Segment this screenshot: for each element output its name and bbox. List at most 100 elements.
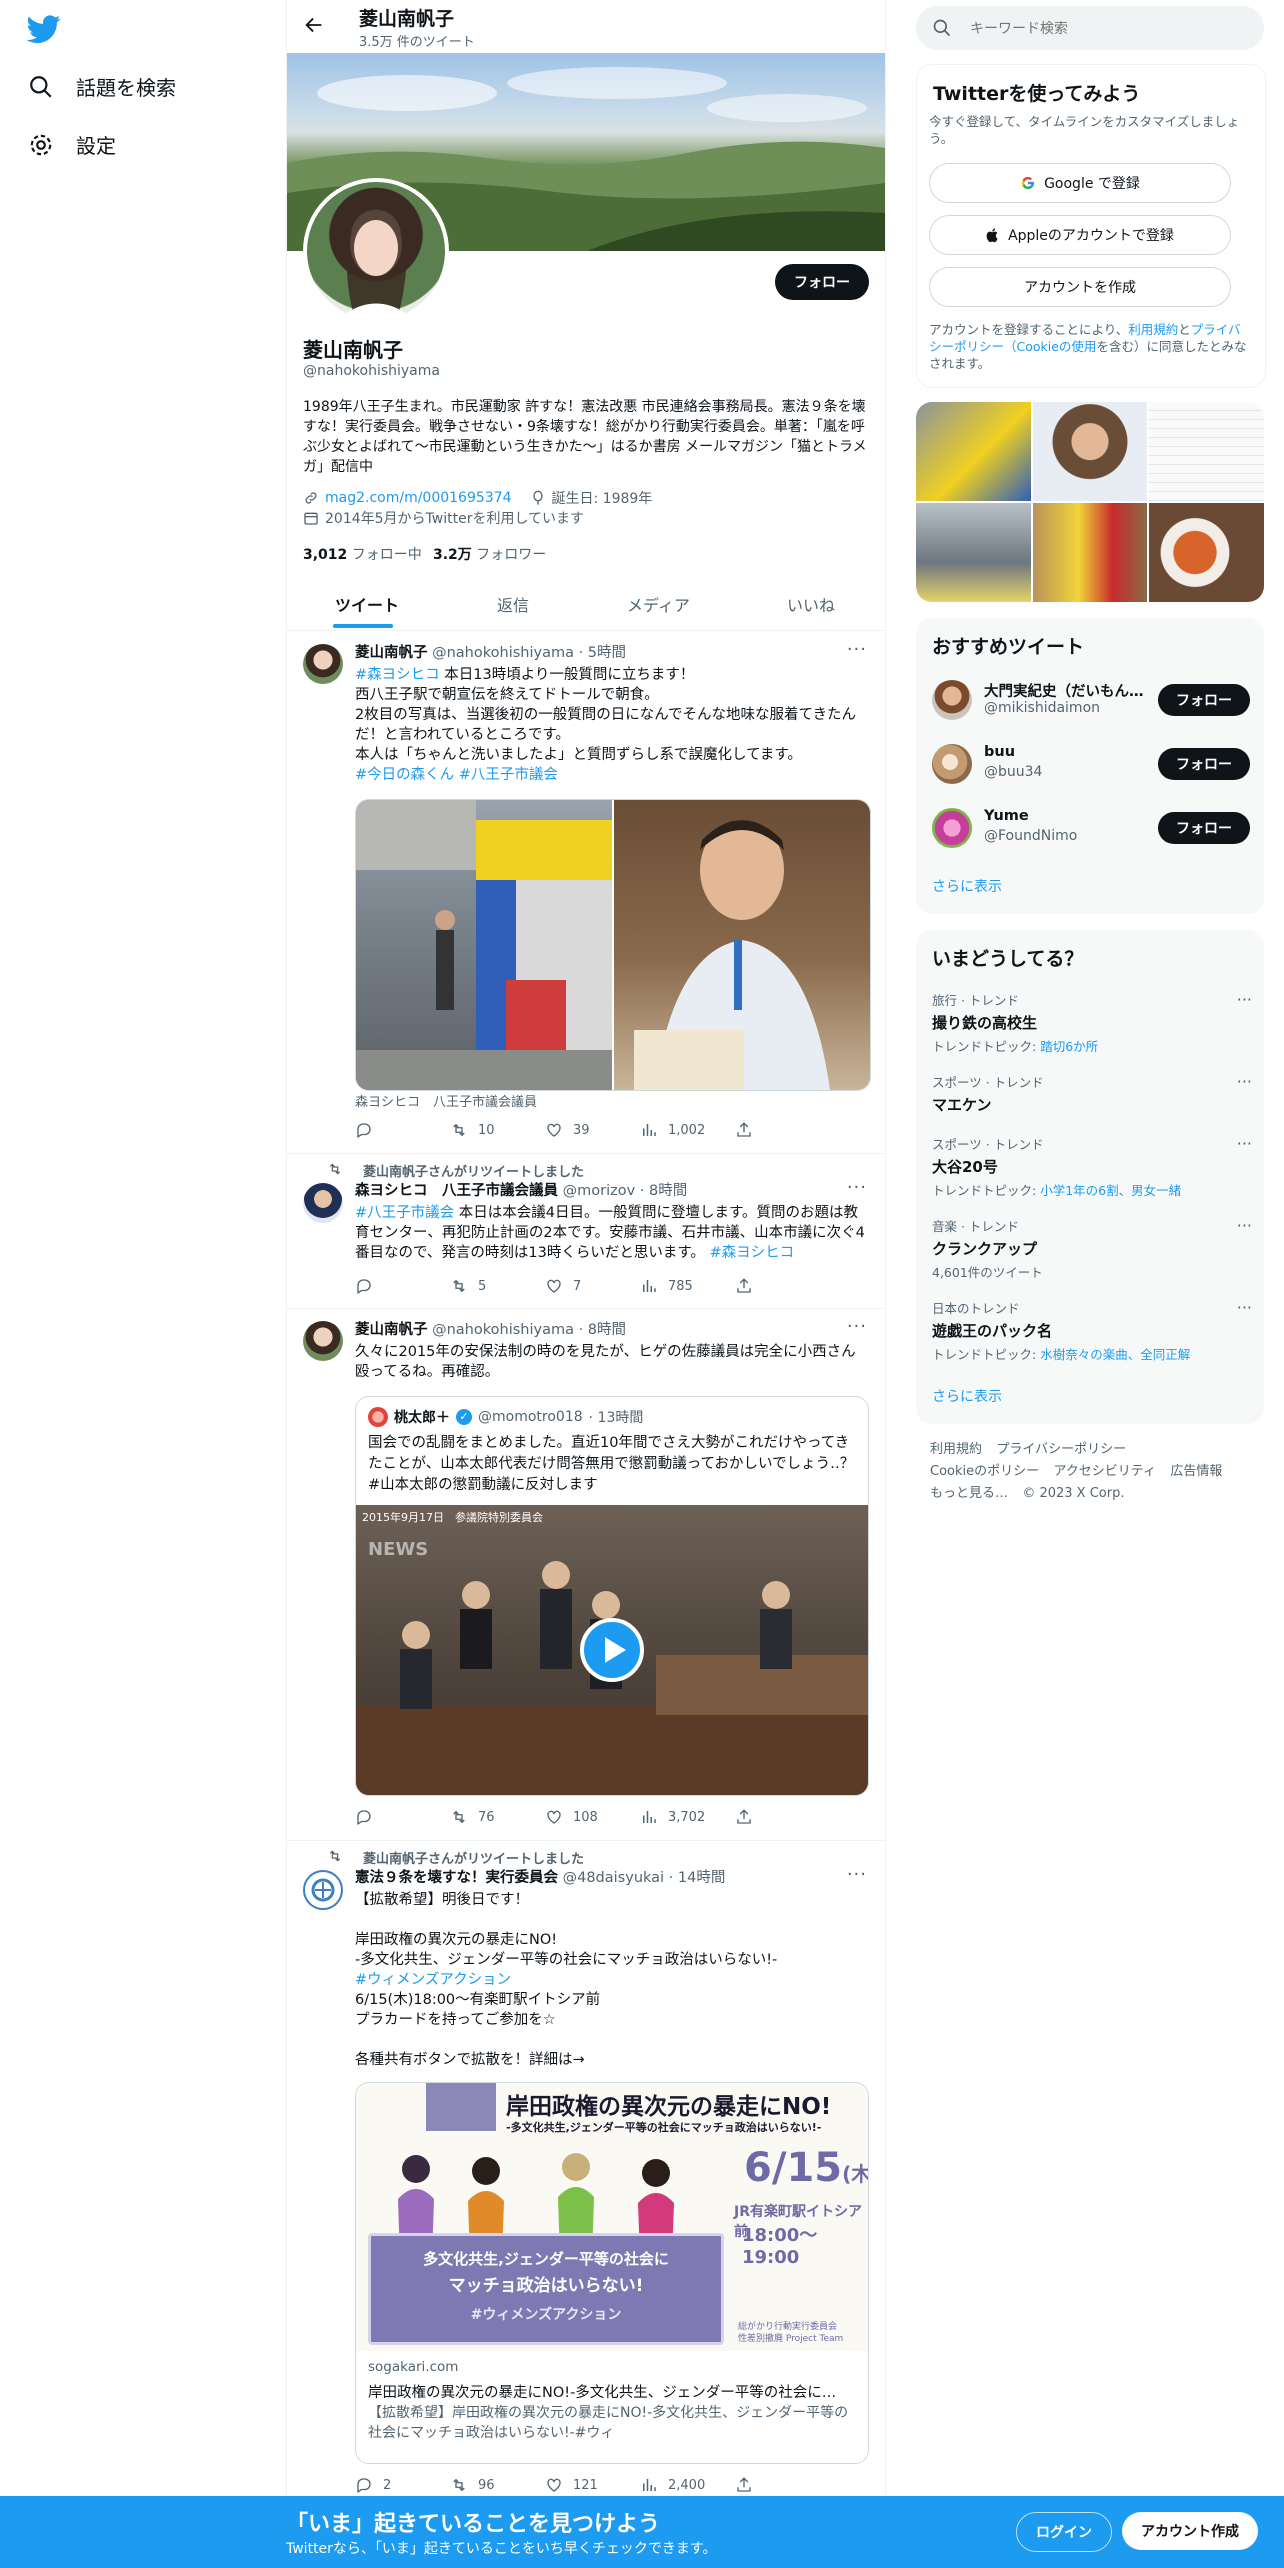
retweet-icon — [329, 1850, 341, 1862]
trends-show-more-link[interactable]: さらに表示 — [932, 1386, 1002, 1406]
link-card-image[interactable]: 岸田政権の異次元の暴走にNO! -多文化共生,ジェンダー平等の社会にマッチョ政治… — [356, 2083, 868, 2351]
tab-tweets[interactable]: ツイート — [335, 592, 399, 616]
quote-video[interactable]: 2015年9月17日 参議院特別委員会 NEWS — [356, 1505, 868, 1795]
media-thumb[interactable] — [1032, 402, 1148, 501]
avatar[interactable] — [303, 1870, 343, 1910]
avatar[interactable] — [932, 744, 972, 784]
search-box[interactable] — [916, 6, 1264, 50]
terms-link[interactable]: 利用規約 — [1128, 322, 1178, 337]
avatar[interactable] — [303, 644, 343, 684]
reply-button[interactable] — [355, 1277, 450, 1295]
following-link[interactable]: 3,012 フォロー中 — [303, 544, 422, 564]
follow-button[interactable]: フォロー — [775, 264, 869, 300]
views-icon — [643, 1280, 656, 1292]
avatar[interactable] — [303, 1321, 343, 1361]
apple-signup-button[interactable]: Appleのアカウントで登録 — [929, 215, 1231, 255]
like-button[interactable]: 121 — [545, 2476, 640, 2494]
twitter-logo-icon[interactable] — [26, 12, 62, 46]
reply-button[interactable] — [355, 1121, 450, 1139]
suggestion-handle: @buu34 — [984, 764, 1043, 780]
media-thumb[interactable] — [1149, 402, 1264, 501]
nav-settings[interactable]: 設定 — [28, 130, 116, 159]
more-icon[interactable]: ··· — [1237, 1134, 1252, 1153]
more-icon[interactable]: ··· — [1237, 1298, 1252, 1317]
footer-more[interactable]: もっと見る… — [930, 1486, 1008, 1501]
trend-item[interactable]: 日本のトレンド 遊戯王のパック名 トレンドトピック: 水樹奈々の楽曲、全同正解 … — [932, 1298, 1252, 1363]
photo-street[interactable] — [356, 800, 612, 1090]
avatar[interactable] — [932, 680, 972, 720]
media-thumb[interactable] — [916, 402, 1031, 501]
retweet-button[interactable]: 5 — [450, 1277, 545, 1295]
like-button[interactable]: 7 — [545, 1277, 640, 1295]
views-button[interactable]: 3,702 — [640, 1808, 735, 1826]
tweet-photos[interactable] — [355, 799, 871, 1091]
footer-terms[interactable]: 利用規約 — [930, 1442, 982, 1457]
avatar[interactable] — [932, 808, 972, 848]
google-signup-button[interactable]: Google で登録 — [929, 163, 1231, 203]
share-button[interactable] — [735, 1121, 830, 1139]
views-button[interactable]: 785 — [640, 1277, 735, 1295]
retweet-button[interactable]: 10 — [450, 1121, 545, 1139]
retweet-button[interactable]: 96 — [450, 2476, 545, 2494]
more-icon[interactable]: ··· — [847, 1864, 867, 1885]
views-button[interactable]: 2,400 — [640, 2476, 735, 2494]
profile-link[interactable]: mag2.com/m/0001695374 — [325, 490, 512, 506]
reply-button[interactable] — [355, 1808, 450, 1826]
share-button[interactable] — [735, 1808, 830, 1826]
follow-suggestion[interactable]: Yume @FoundNimo フォロー — [932, 804, 1252, 852]
create-account-button[interactable]: アカウントを作成 — [929, 267, 1231, 307]
login-button[interactable]: ログイン — [1016, 2512, 1112, 2552]
avatar[interactable] — [303, 1183, 343, 1223]
follow-suggestion[interactable]: buu @buu34 フォロー — [932, 740, 1252, 788]
card-title: 岸田政権の異次元の暴走にNO!-多文化共生、ジェンダー平等の社会に… — [368, 2385, 837, 2401]
more-icon[interactable]: ··· — [847, 639, 867, 660]
more-icon[interactable]: ··· — [847, 1316, 867, 1337]
trend-item[interactable]: 音楽 · トレンド クランクアップ 4,601件のツイート ··· — [932, 1216, 1252, 1281]
signup-button[interactable]: アカウント作成 — [1122, 2512, 1258, 2550]
more-icon[interactable]: ··· — [1237, 1216, 1252, 1235]
share-button[interactable] — [735, 2476, 830, 2494]
footer-ads[interactable]: 広告情報 — [1170, 1464, 1222, 1479]
search-input[interactable] — [968, 16, 1242, 42]
trend-item[interactable]: スポーツ · トレンド 大谷20号 トレンドトピック: 小学1年の6割、男女一緒… — [932, 1134, 1252, 1199]
tweet-text: 久々に2015年の安保法制の時のを見たが、ヒゲの佐藤議員は完全に小西さん殴ってる… — [355, 1344, 856, 1380]
follow-suggestion[interactable]: 大門実紀史（だいもん… @mikishidaimon フォロー — [932, 676, 1252, 724]
views-button[interactable]: 1,002 — [640, 1121, 735, 1139]
play-button[interactable] — [580, 1618, 644, 1682]
follow-button[interactable]: フォロー — [1158, 684, 1250, 716]
link-card[interactable]: 岸田政権の異次元の暴走にNO! -多文化共生,ジェンダー平等の社会にマッチョ政治… — [355, 2082, 869, 2464]
quote-tweet[interactable]: 桃太郎＋ ✓ @momotro018 · 13時間 国会での乱闘をまとめました。… — [355, 1396, 869, 1796]
like-button[interactable]: 39 — [545, 1121, 640, 1139]
more-icon[interactable]: ··· — [1237, 1072, 1252, 1091]
footer-accessibility[interactable]: アクセシビリティ — [1053, 1464, 1156, 1479]
share-button[interactable] — [735, 1277, 830, 1295]
tweet[interactable]: 菱山南帆子さんがリツイートしました 森ヨシヒコ 八王子市議会議員 @morizo… — [287, 1153, 885, 1309]
tweet[interactable]: 菱山南帆子 @nahokohishiyama · 8時間 ··· 久々に2015… — [287, 1308, 885, 1841]
more-icon[interactable]: ··· — [1237, 990, 1252, 1009]
retweet-button[interactable]: 76 — [450, 1808, 545, 1826]
show-more-link[interactable]: さらに表示 — [932, 876, 1002, 896]
tweet[interactable]: 菱山南帆子さんがリツイートしました 憲法９条を壊すな！実行委員会 @48dais… — [287, 1840, 885, 2496]
media-thumb[interactable] — [1032, 503, 1148, 602]
trend-item[interactable]: スポーツ · トレンド マエケン ··· — [932, 1072, 1252, 1115]
tab-replies[interactable]: 返信 — [497, 592, 529, 616]
followers-link[interactable]: 3.2万 フォロワー — [433, 544, 546, 564]
profile-avatar[interactable] — [303, 178, 449, 324]
footer-privacy[interactable]: プライバシーポリシー — [996, 1442, 1126, 1457]
more-icon[interactable]: ··· — [847, 1177, 867, 1198]
follow-button[interactable]: フォロー — [1158, 812, 1250, 844]
reply-button[interactable]: 2 — [355, 2476, 450, 2494]
media-thumb[interactable] — [916, 503, 1031, 602]
follow-button[interactable]: フォロー — [1158, 748, 1250, 780]
media-thumb[interactable] — [1149, 503, 1264, 602]
like-button[interactable]: 108 — [545, 1808, 640, 1826]
trend-item[interactable]: 旅行 · トレンド 撮り鉄の高校生 トレンドトピック: 踏切6か所 ··· — [932, 990, 1252, 1055]
tab-media[interactable]: メディア — [627, 592, 690, 616]
nav-explore[interactable]: 話題を検索 — [28, 72, 176, 101]
signup-subtitle: 今すぐ登録して、タイムラインをカスタマイズしましょう。 — [929, 114, 1240, 146]
tab-likes[interactable]: いいね — [787, 592, 835, 616]
back-arrow-icon[interactable] — [303, 14, 327, 38]
photo-man[interactable] — [614, 800, 870, 1090]
tweet[interactable]: 菱山南帆子 @nahokohishiyama · 5時間 ··· #森ヨシヒコ … — [287, 631, 885, 1154]
footer-cookie[interactable]: Cookieのポリシー — [930, 1464, 1039, 1479]
